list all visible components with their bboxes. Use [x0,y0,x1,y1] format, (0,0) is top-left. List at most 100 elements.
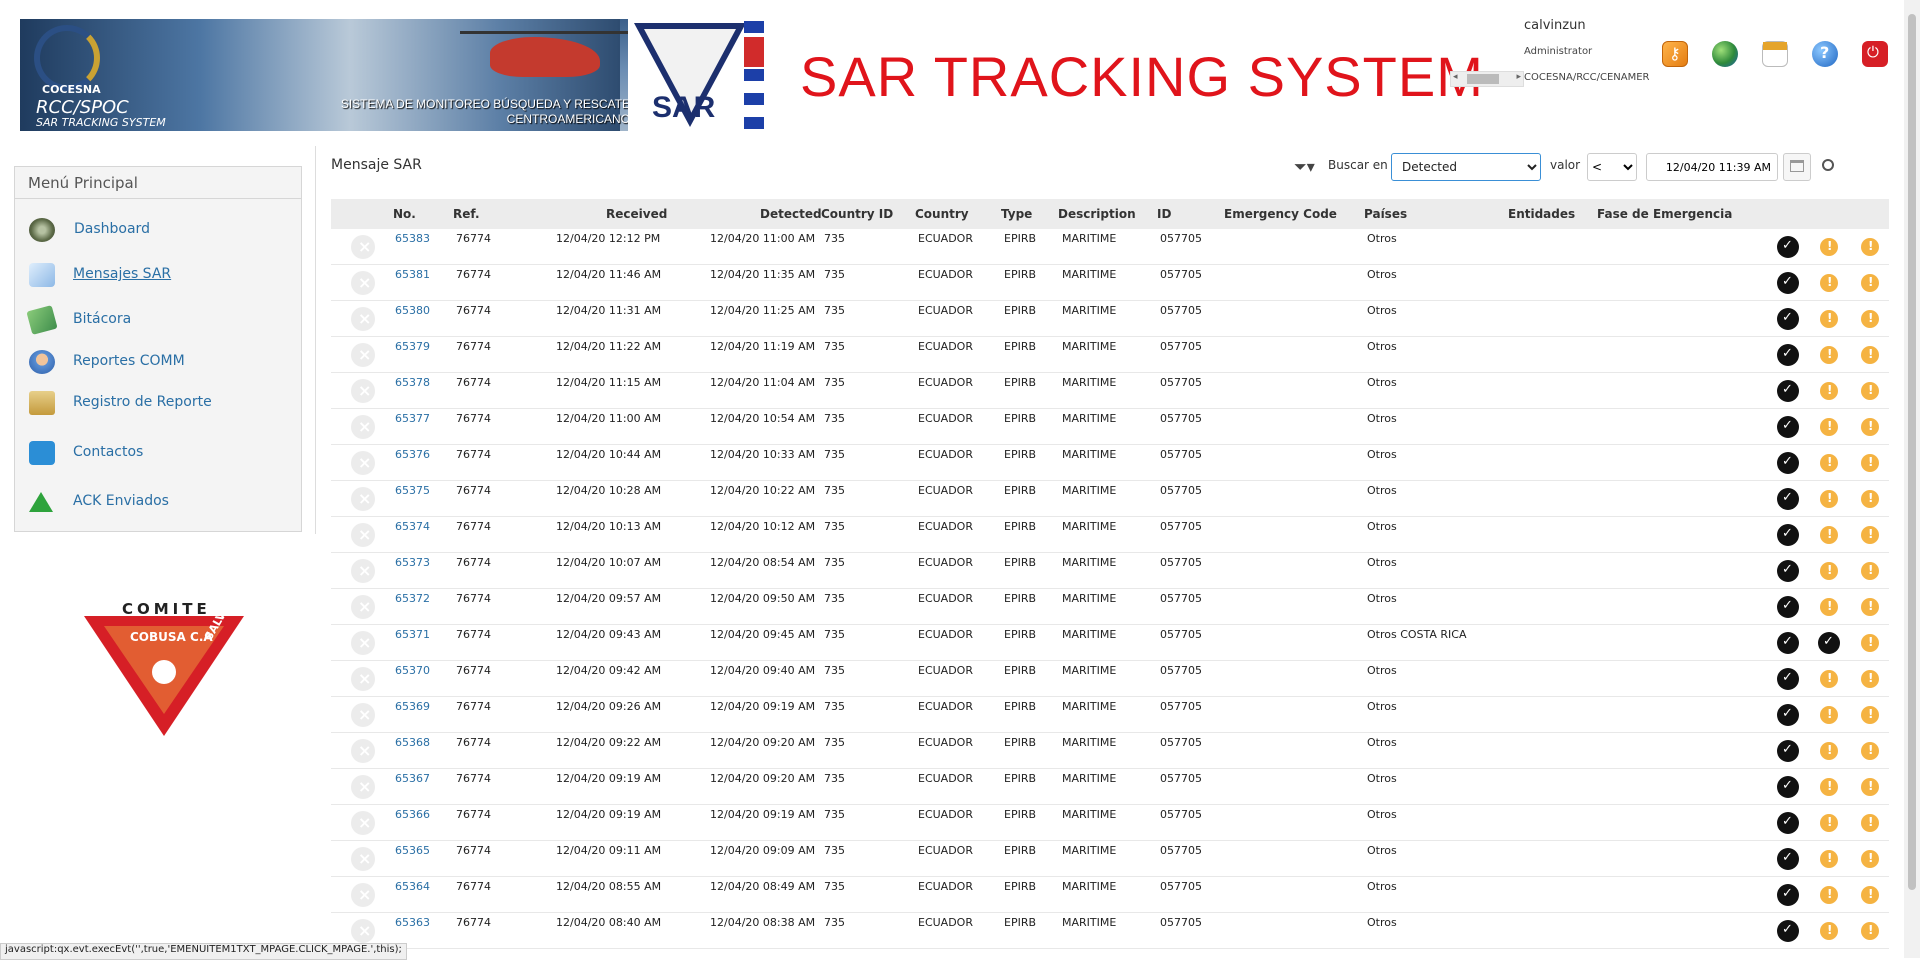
cell-no[interactable]: 65367 [395,772,430,785]
delete-icon[interactable] [351,811,375,835]
warning-icon[interactable] [1861,490,1879,508]
table-row[interactable]: 65369 76774 12/04/20 09:26 AM 12/04/20 09:1… [331,697,1889,733]
warning-icon[interactable] [1820,850,1838,868]
cell-no[interactable]: 65374 [395,520,430,533]
delete-icon[interactable] [351,667,375,691]
ack-check-icon[interactable] [1777,812,1799,834]
cell-no[interactable]: 65371 [395,628,430,641]
col-country[interactable]: Country [915,207,969,221]
warning-icon[interactable] [1820,562,1838,580]
warning-icon[interactable] [1861,886,1879,904]
warning-icon[interactable] [1861,742,1879,760]
col-type[interactable]: Type [1001,207,1032,221]
col-country-id[interactable]: Country ID [821,207,893,221]
ack-check-icon[interactable] [1777,272,1799,294]
delete-icon[interactable] [351,775,375,799]
filter-icon[interactable]: ⏷▾ [1294,157,1315,177]
delete-icon[interactable] [351,307,375,331]
help-icon[interactable] [1812,41,1838,67]
cell-no[interactable]: 65380 [395,304,430,317]
warning-icon[interactable] [1820,346,1838,364]
ack-check-icon[interactable] [1777,632,1799,654]
col-id[interactable]: ID [1157,207,1171,221]
cell-no[interactable]: 65375 [395,484,430,497]
warning-icon[interactable] [1861,274,1879,292]
ack-check-icon[interactable] [1777,560,1799,582]
warning-icon[interactable] [1820,238,1838,256]
warning-icon[interactable] [1861,922,1879,940]
col-description[interactable]: Description [1058,207,1136,221]
table-row[interactable]: 65371 76774 12/04/20 09:43 AM 12/04/20 09:4… [331,625,1889,661]
sidebar-item-dashboard[interactable]: Dashboard [15,210,301,250]
warning-icon[interactable] [1820,418,1838,436]
delete-icon[interactable] [351,847,375,871]
delete-icon[interactable] [351,595,375,619]
globe-icon[interactable] [1712,41,1738,67]
ack-check-icon[interactable] [1777,596,1799,618]
delete-icon[interactable] [351,379,375,403]
ack-check-icon[interactable] [1818,632,1840,654]
settings-icon[interactable] [1822,159,1834,171]
delete-icon[interactable] [351,343,375,367]
power-icon[interactable] [1862,41,1888,67]
sidebar-item-contactos[interactable]: Contactos [15,433,301,473]
delete-icon[interactable] [351,523,375,547]
delete-icon[interactable] [351,559,375,583]
ack-check-icon[interactable] [1777,668,1799,690]
ack-check-icon[interactable] [1777,452,1799,474]
ack-check-icon[interactable] [1777,524,1799,546]
cell-no[interactable]: 65377 [395,412,430,425]
table-row[interactable]: 65383 76774 12/04/20 12:12 PM 12/04/20 11:0… [331,229,1889,265]
warning-icon[interactable] [1820,814,1838,832]
cell-no[interactable]: 65378 [395,376,430,389]
col-fase-emergencia[interactable]: Fase de Emergencia [1597,207,1732,221]
warning-icon[interactable] [1820,670,1838,688]
sidebar-item-label[interactable]: Mensajes SAR [73,266,171,282]
page-scroll-thumb[interactable] [1908,14,1916,890]
delete-icon[interactable] [351,631,375,655]
delete-icon[interactable] [351,271,375,295]
sidebar-item-label[interactable]: ACK Enviados [73,493,169,509]
col-emergency-code[interactable]: Emergency Code [1224,207,1337,221]
sidebar-item-label[interactable]: Contactos [73,444,143,460]
cell-no[interactable]: 65363 [395,916,430,929]
col-ref[interactable]: Ref. [453,207,480,221]
delete-icon[interactable] [351,739,375,763]
scroll-right-icon[interactable]: ▸ [1516,72,1521,82]
warning-icon[interactable] [1861,670,1879,688]
warning-icon[interactable] [1820,310,1838,328]
cell-no[interactable]: 65383 [395,232,430,245]
table-row[interactable]: 65364 76774 12/04/20 08:55 AM 12/04/20 08:4… [331,877,1889,913]
table-row[interactable]: 65376 76774 12/04/20 10:44 AM 12/04/20 10:3… [331,445,1889,481]
warning-icon[interactable] [1820,922,1838,940]
warning-icon[interactable] [1820,598,1838,616]
warning-icon[interactable] [1861,418,1879,436]
ack-check-icon[interactable] [1777,920,1799,942]
ack-check-icon[interactable] [1777,416,1799,438]
warning-icon[interactable] [1861,778,1879,796]
sidebar-item-registro-reporte[interactable]: Registro de Reporte [15,383,301,423]
table-row[interactable]: 65374 76774 12/04/20 10:13 AM 12/04/20 10:1… [331,517,1889,553]
ack-check-icon[interactable] [1777,884,1799,906]
col-received[interactable]: Received [606,207,667,221]
col-no[interactable]: No. [393,207,416,221]
sidebar-item-mensajes-sar[interactable]: Mensajes SAR [15,255,301,295]
warning-icon[interactable] [1820,274,1838,292]
warning-icon[interactable] [1861,454,1879,472]
warning-icon[interactable] [1861,238,1879,256]
ack-check-icon[interactable] [1777,380,1799,402]
table-row[interactable]: 65372 76774 12/04/20 09:57 AM 12/04/20 09:5… [331,589,1889,625]
cell-no[interactable]: 65365 [395,844,430,857]
sidebar-item-label[interactable]: Dashboard [74,221,150,237]
col-paises[interactable]: Países [1364,207,1407,221]
warning-icon[interactable] [1820,886,1838,904]
warning-icon[interactable] [1820,490,1838,508]
ack-check-icon[interactable] [1777,776,1799,798]
warning-icon[interactable] [1820,742,1838,760]
cell-no[interactable]: 65376 [395,448,430,461]
delete-icon[interactable] [351,883,375,907]
warning-icon[interactable] [1861,526,1879,544]
cell-no[interactable]: 65368 [395,736,430,749]
warning-icon[interactable] [1861,634,1879,652]
warning-icon[interactable] [1820,778,1838,796]
